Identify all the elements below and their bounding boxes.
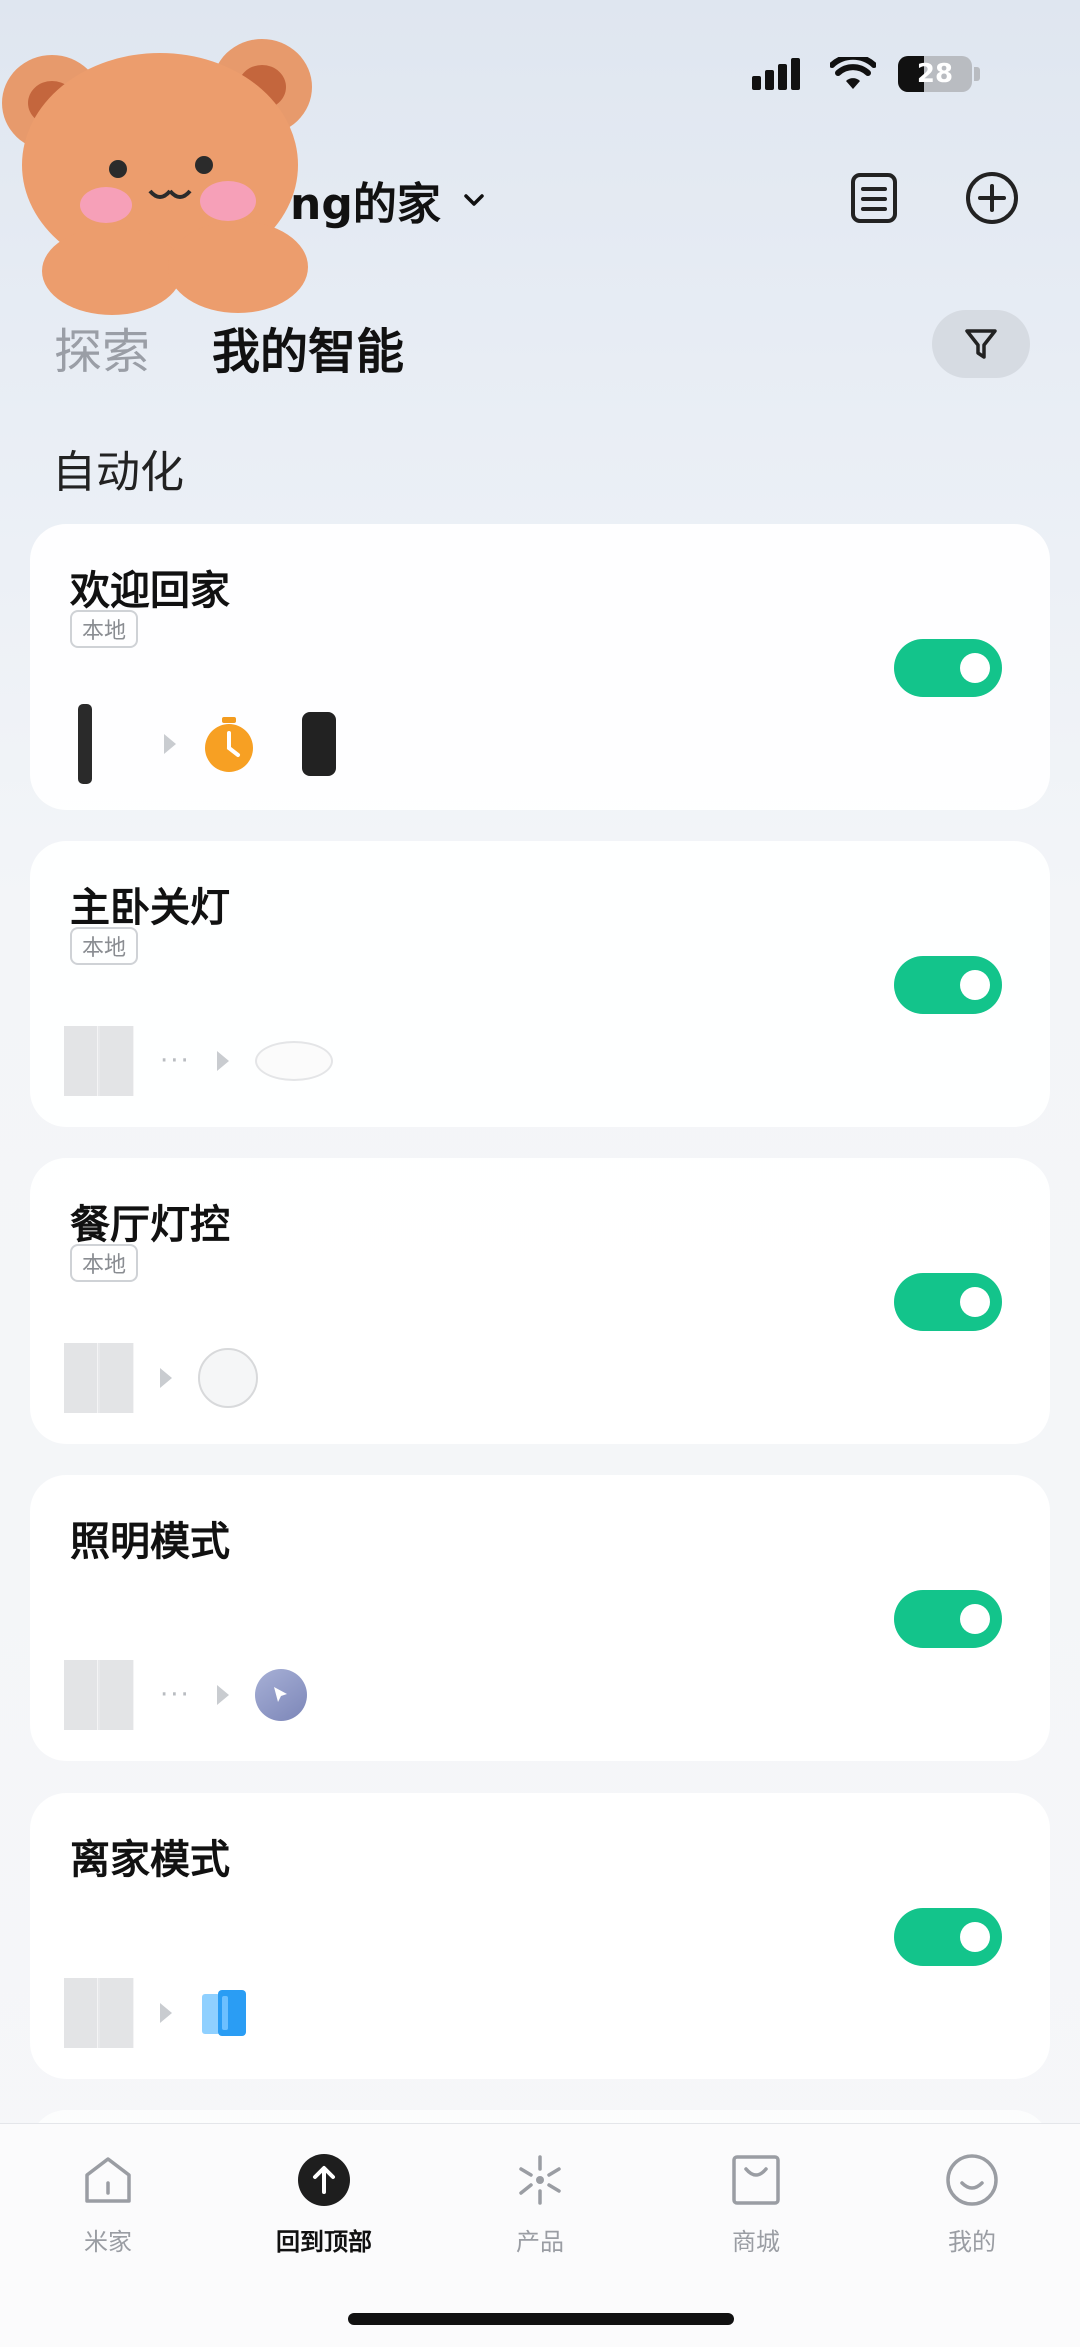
device-row: ··· <box>64 1655 307 1735</box>
log-button[interactable] <box>846 170 902 226</box>
filter-icon <box>965 329 997 359</box>
add-button[interactable] <box>964 170 1020 226</box>
automation-toggle[interactable] <box>894 1273 1002 1331</box>
document-list-icon <box>851 173 897 223</box>
battery-indicator: 28 <box>898 56 972 92</box>
home-icon <box>85 2157 131 2203</box>
nav-profile[interactable]: 我的 <box>892 2152 1052 2257</box>
local-tag: 本地 <box>70 1244 139 1282</box>
automation-card[interactable]: 照明模式 ··· <box>30 1475 1050 1761</box>
flow-arrow-icon <box>216 1685 229 1705</box>
nav-label: 回到顶部 <box>276 2228 372 2256</box>
nav-label: 商城 <box>732 2228 780 2256</box>
flow-arrow-icon <box>216 1051 229 1071</box>
automation-title: 离家模式 <box>70 1837 230 1883</box>
header-actions <box>846 170 1020 226</box>
nav-label: 米家 <box>84 2228 132 2256</box>
flow-arrow-icon <box>160 2003 172 2023</box>
arrow-up-icon <box>298 2154 350 2206</box>
nav-label: 产品 <box>516 2228 564 2256</box>
home-indicator <box>348 2313 734 2325</box>
device-row <box>64 1973 250 2053</box>
automation-toggle[interactable] <box>894 1908 1002 1966</box>
automation-toggle[interactable] <box>894 1590 1002 1648</box>
timer-icon <box>205 717 253 772</box>
ceiling-light-device-icon <box>254 1041 333 1081</box>
cursor-device-icon <box>254 1669 307 1721</box>
local-tag: 本地 <box>70 927 139 965</box>
shopping-bag-icon <box>732 2155 780 2205</box>
battery-level: 28 <box>916 59 954 89</box>
device-row <box>64 1338 258 1418</box>
top-tabs: 探索 我的智能 <box>54 312 404 382</box>
automation-card[interactable]: 主卧关灯 本地 ··· <box>30 841 1050 1127</box>
cellular-signal-icon <box>752 58 800 90</box>
nav-home[interactable]: 米家 <box>28 2152 188 2257</box>
wall-switch-device-icon <box>64 1343 134 1413</box>
nav-label: 我的 <box>948 2228 996 2256</box>
automation-title: 主卧关灯 <box>70 885 230 931</box>
flow-arrow-icon <box>160 1368 172 1388</box>
more-dots-icon: ··· <box>160 1680 191 1710</box>
battery-nub <box>974 67 980 81</box>
smart-speaker-device-icon <box>302 712 336 776</box>
round-light-device-icon <box>198 1348 258 1408</box>
local-tag: 本地 <box>70 610 139 648</box>
plus-circle-icon <box>966 172 1018 224</box>
nav-products[interactable]: 产品 <box>460 2152 620 2257</box>
door-sensor-device-icon <box>202 1990 246 2036</box>
chevron-down-icon <box>464 194 484 206</box>
bear-sticker-avatar <box>2 39 312 315</box>
flow-arrow-icon <box>164 734 176 754</box>
automation-toggle[interactable] <box>894 956 1002 1014</box>
automation-card[interactable]: 餐厅灯控 本地 <box>30 1158 1050 1444</box>
automation-card[interactable]: 离家模式 <box>30 1793 1050 2079</box>
automation-title: 餐厅灯控 <box>70 1202 230 1248</box>
wifi-icon <box>830 57 876 89</box>
sparkle-icon <box>519 2155 561 2205</box>
nav-shop[interactable]: 商城 <box>676 2152 836 2257</box>
device-row <box>64 704 336 784</box>
tab-my-smart[interactable]: 我的智能 <box>212 312 404 382</box>
automation-toggle[interactable] <box>894 639 1002 697</box>
section-title: 自动化 <box>52 447 184 498</box>
remote-control-device-icon <box>78 704 92 784</box>
wall-switch-device-icon <box>64 1660 134 1730</box>
wall-switch-device-icon <box>64 1026 134 1096</box>
automation-card[interactable]: 欢迎回家 本地 <box>30 524 1050 810</box>
more-dots-icon: ··· <box>160 1046 191 1076</box>
wall-switch-device-icon <box>64 1978 134 2048</box>
nav-back-to-top[interactable]: 回到顶部 <box>244 2152 404 2257</box>
automation-title: 欢迎回家 <box>70 568 230 614</box>
device-row: ··· <box>64 1021 333 1101</box>
filter-button[interactable] <box>932 310 1030 378</box>
smile-icon <box>946 2154 998 2206</box>
status-icons: 28 <box>752 56 980 92</box>
automation-title: 照明模式 <box>70 1519 230 1565</box>
tab-explore[interactable]: 探索 <box>54 312 150 382</box>
